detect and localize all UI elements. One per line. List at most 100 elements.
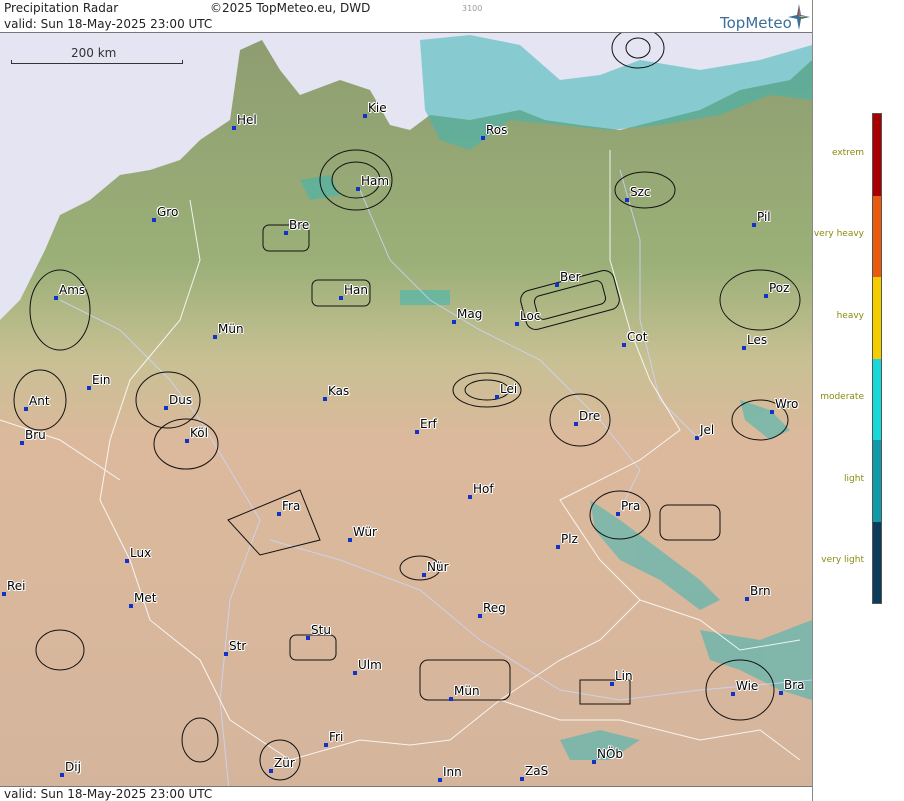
legend-label: very heavy [813, 229, 864, 240]
legend-segment [873, 358, 881, 440]
city-dot-icon [164, 406, 168, 410]
city-dot-icon [616, 512, 620, 516]
valid-time-bottom: valid: Sun 18-May-2025 23:00 UTC [4, 787, 213, 801]
city-dot-icon [152, 218, 156, 222]
city-label: Bra [784, 678, 805, 692]
city-dot-icon [556, 545, 560, 549]
city-dot-icon [269, 769, 273, 773]
bottom-footer: valid: Sun 18-May-2025 23:00 UTC [0, 786, 812, 801]
city-dot-icon [592, 760, 596, 764]
city-dot-icon [2, 592, 6, 596]
city-label: Dre [579, 409, 601, 423]
precipitation-legend: extrem very heavy heavy moderate light very l… [813, 0, 904, 801]
legend-segment [873, 114, 881, 196]
city-dot-icon [449, 697, 453, 701]
city-label: Hof [473, 482, 494, 496]
city-label: Brn [750, 584, 771, 598]
city-label: Poz [769, 281, 790, 295]
city-label: Ber [560, 270, 581, 284]
city-dot-icon [481, 136, 485, 140]
city-label: Ulm [358, 658, 382, 672]
city-label: Lei [500, 382, 518, 396]
city-dot-icon [20, 441, 24, 445]
city-label: Kas [328, 384, 350, 398]
city-label: Dij [65, 760, 81, 774]
city-dot-icon [213, 335, 217, 339]
city-dot-icon [339, 296, 343, 300]
city-label: NÖb [597, 747, 624, 761]
city-dot-icon [452, 320, 456, 324]
map-title: Precipitation Radar [4, 1, 119, 15]
city-dot-icon [224, 652, 228, 656]
city-dot-icon [24, 407, 28, 411]
city-label: Gro [157, 205, 179, 219]
city-dot-icon [54, 296, 58, 300]
city-label: Ant [29, 394, 50, 408]
city-dot-icon [277, 512, 281, 516]
legend-label: moderate [820, 392, 864, 403]
city-label: Cot [627, 330, 648, 344]
scale-bar: 200 km [11, 44, 183, 64]
legend-label: very light [821, 555, 864, 566]
legend-color-bar [872, 113, 882, 604]
city-label: Nür [427, 560, 449, 574]
city-dot-icon [752, 223, 756, 227]
terrain-layer [0, 0, 812, 801]
city-label: Zür [274, 756, 295, 770]
compass-star-icon [788, 4, 810, 30]
city-label: Les [747, 333, 768, 347]
city-label: Bre [289, 218, 310, 232]
city-dot-icon [363, 114, 367, 118]
legend-segment [873, 440, 881, 522]
city-label: Szc [630, 185, 651, 199]
city-dot-icon [574, 422, 578, 426]
city-dot-icon [495, 395, 499, 399]
city-dot-icon [422, 573, 426, 577]
city-label: Lux [130, 546, 152, 560]
city-label: Plz [561, 532, 578, 546]
legend-label: heavy [836, 310, 864, 321]
city-label: Reg [483, 601, 506, 615]
city-dot-icon [87, 386, 91, 390]
city-dot-icon [515, 322, 519, 326]
city-dot-icon [306, 636, 310, 640]
city-dot-icon [779, 691, 783, 695]
city-dot-icon [129, 604, 133, 608]
city-label: Ham [361, 174, 390, 188]
legend-segment [873, 195, 881, 277]
legend-segment [873, 521, 881, 603]
city-dot-icon [232, 126, 236, 130]
city-label: Str [229, 639, 247, 653]
city-label: Dus [169, 393, 193, 407]
topmeteo-logo[interactable]: TopMeteo [720, 14, 792, 32]
city-dot-icon [356, 187, 360, 191]
legend-label: light [844, 473, 864, 484]
city-label: Bru [25, 428, 46, 442]
city-dot-icon [125, 559, 129, 563]
city-label: Wür [353, 525, 377, 539]
city-label: Jel [700, 423, 715, 437]
city-dot-icon [695, 436, 699, 440]
city-dot-icon [353, 671, 357, 675]
city-label: Fri [329, 730, 344, 744]
city-label: Inn [443, 765, 462, 779]
top-header: Precipitation Radar ©2025 TopMeteo.eu, D… [0, 0, 812, 33]
legend-segment [873, 277, 881, 359]
city-dot-icon [742, 346, 746, 350]
city-dot-icon [324, 743, 328, 747]
city-label: Mün [454, 684, 480, 698]
city-label: Pra [621, 499, 641, 513]
city-dot-icon [610, 682, 614, 686]
radar-map[interactable]: 200 km Hel Kie Ros Ham Szc Gro Bre Pil Ams Ber Han… [0, 0, 813, 801]
city-label: Ein [92, 373, 111, 387]
city-label: Mag [457, 307, 483, 321]
city-label: Kie [368, 101, 387, 115]
city-dot-icon [415, 430, 419, 434]
city-label: Mün [218, 322, 244, 336]
city-dot-icon [764, 294, 768, 298]
city-label: Ams [59, 283, 86, 297]
city-label: ZaS [525, 764, 549, 778]
city-dot-icon [770, 410, 774, 414]
city-dot-icon [185, 439, 189, 443]
valid-time-top: valid: Sun 18-May-2025 23:00 UTC [4, 17, 213, 31]
